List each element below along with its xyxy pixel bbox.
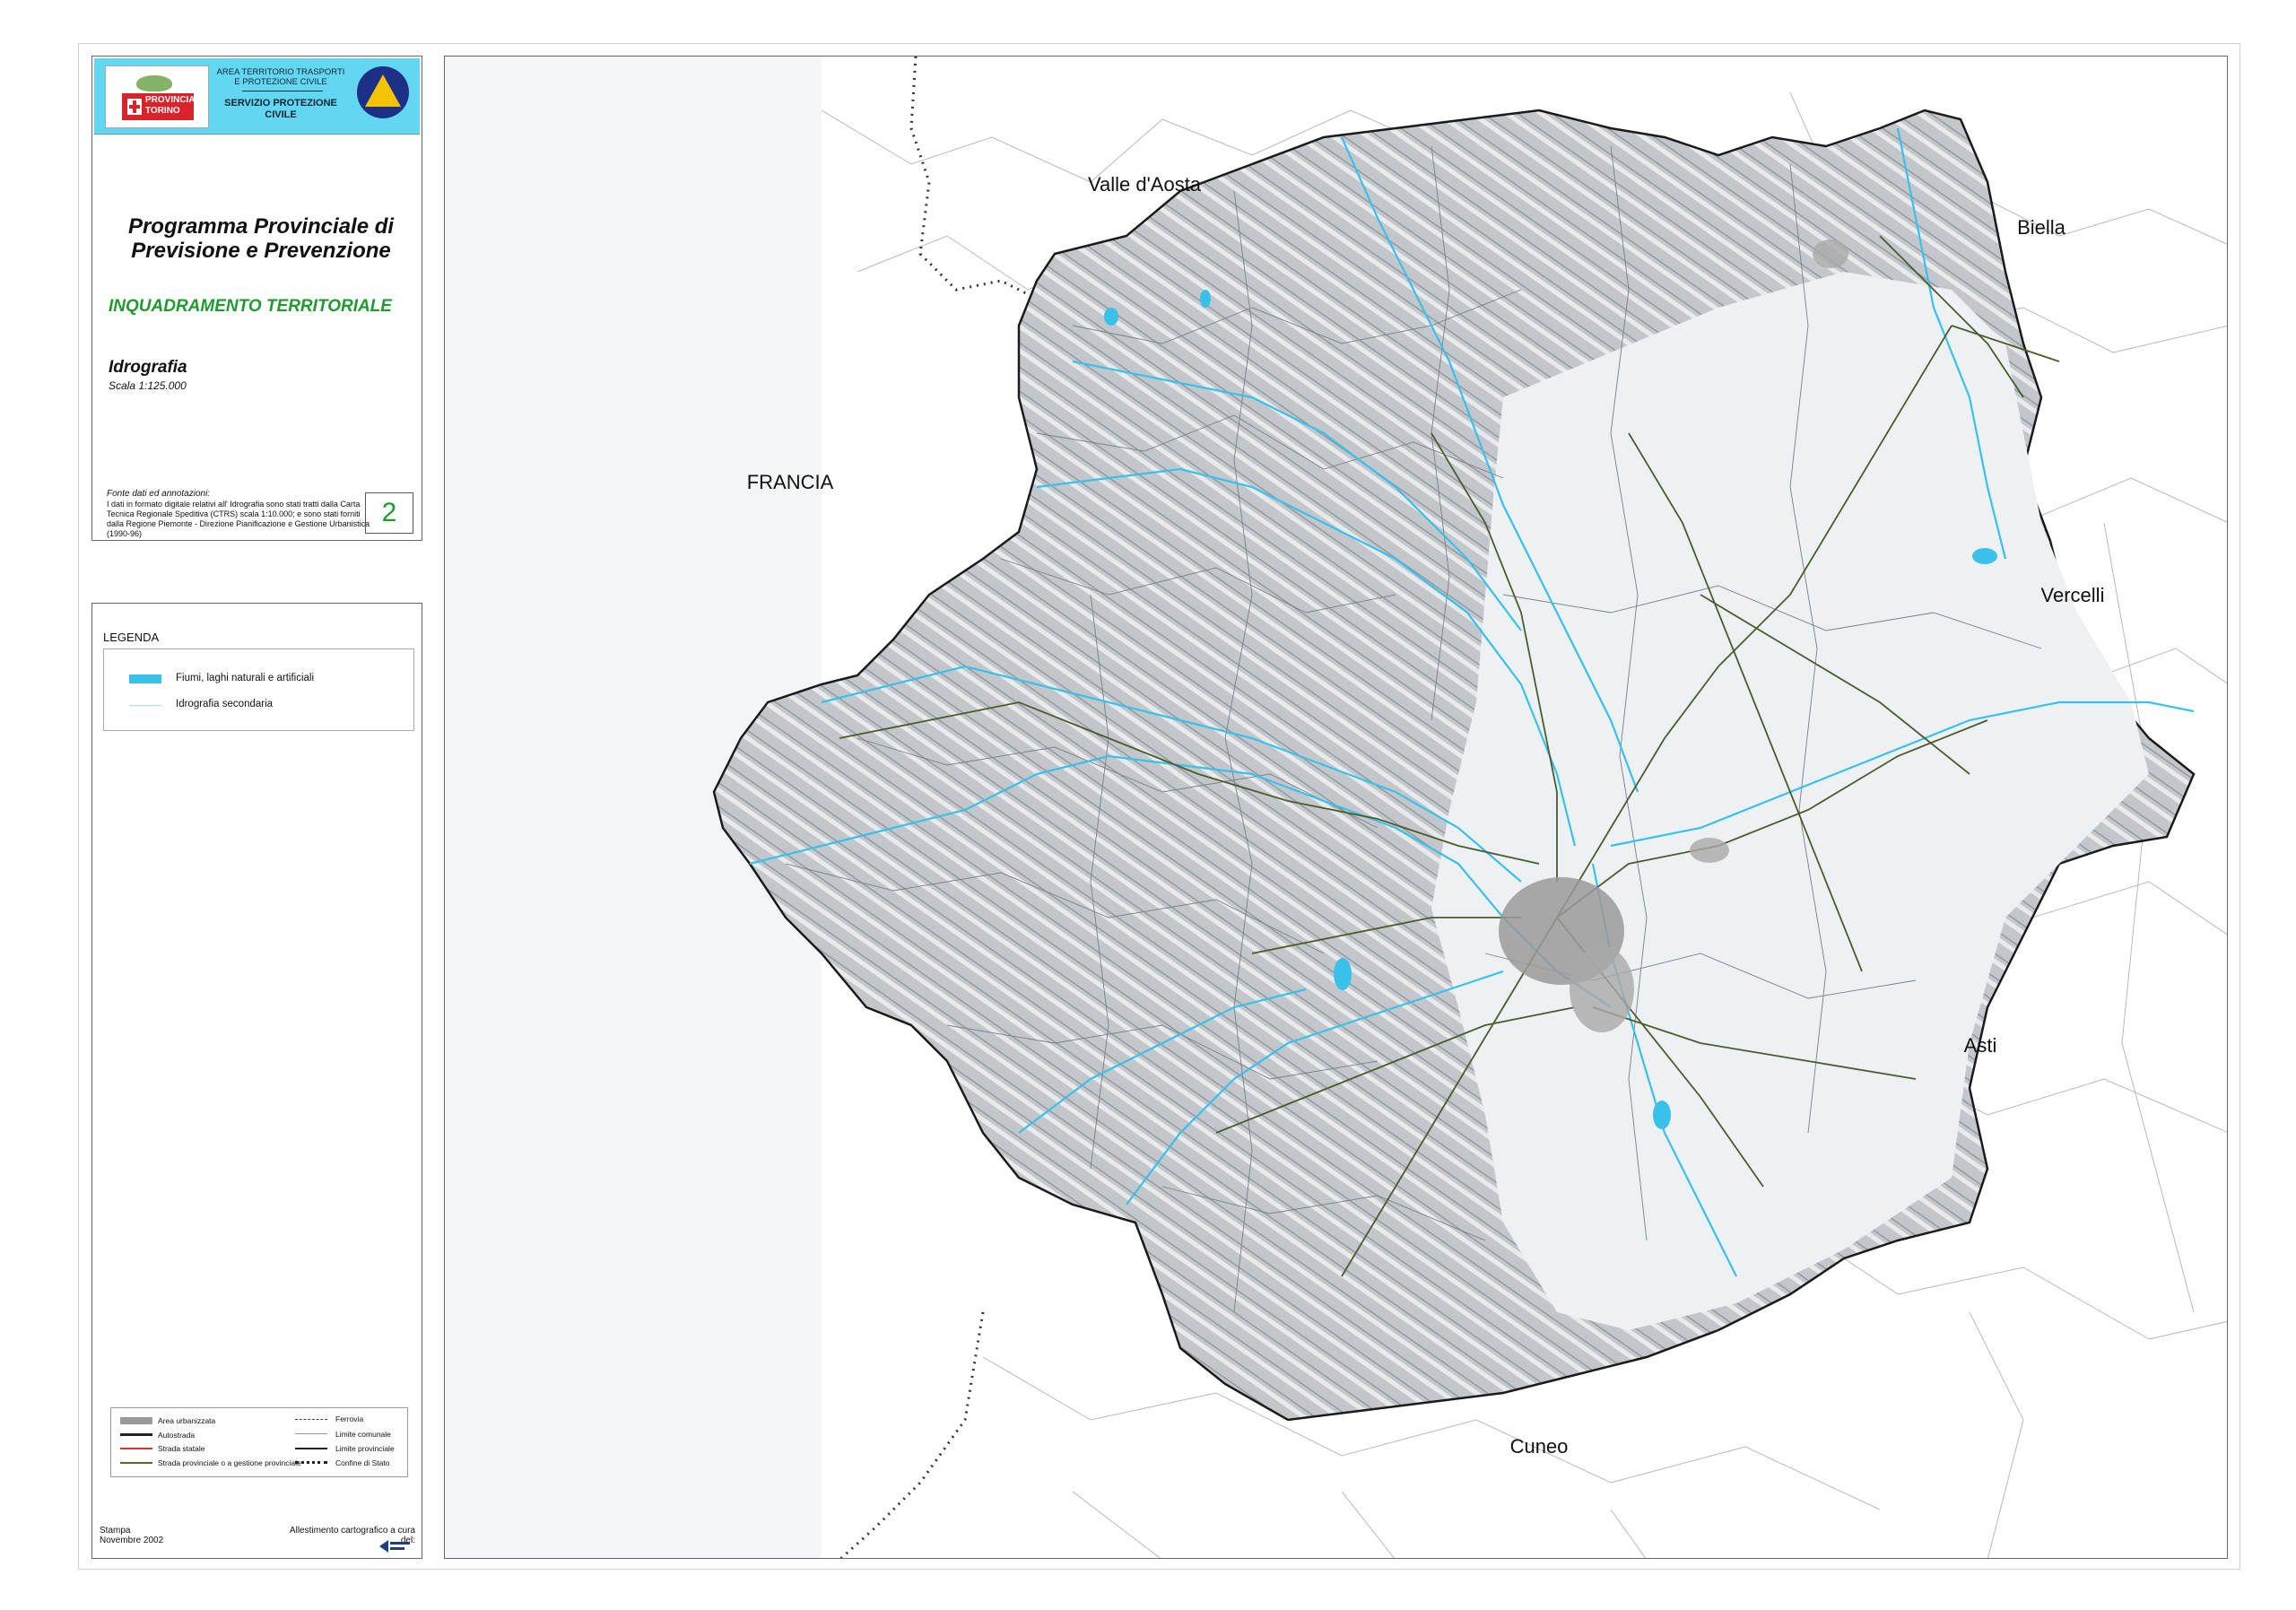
protezione-civile-icon bbox=[357, 66, 409, 118]
legend-reference-box: Area urbanizzata Autostrada Strada stata… bbox=[110, 1407, 408, 1477]
minor-hydro-swatch bbox=[129, 705, 161, 706]
legend-ref-provincial: Limite provinciale bbox=[335, 1444, 395, 1453]
credit-logo-icon bbox=[379, 1540, 410, 1553]
provincia-logo: PROVINCIA DI TORINO bbox=[105, 65, 209, 128]
title-panel: PROVINCIA DI TORINO AREA TERRITORIO TRAS… bbox=[91, 56, 422, 541]
label-francia: FRANCIA bbox=[747, 471, 834, 493]
legend-ref-railway: Ferrovia bbox=[335, 1414, 364, 1423]
legend-ref-prov-road: Strada provinciale o a gestione provinci… bbox=[158, 1458, 301, 1467]
notes-heading: Fonte dati ed annotazioni: bbox=[107, 489, 211, 499]
program-title: Programma Provinciale di Previsione e Pr… bbox=[127, 214, 395, 263]
logo-text: PROVINCIA DI TORINO bbox=[145, 95, 206, 116]
map-frame[interactable]: Valle d'Aosta Biella FRANCIA Vercelli As… bbox=[444, 56, 2228, 1559]
label-cuneo: Cuneo bbox=[1510, 1435, 1569, 1458]
header-band: PROVINCIA DI TORINO AREA TERRITORIO TRAS… bbox=[94, 58, 420, 135]
legend-ref-state-border: Confine di Stato bbox=[335, 1458, 390, 1467]
service-name: SERVIZIO PROTEZIONE CIVILE bbox=[224, 98, 337, 120]
agency-name: AREA TERRITORIO TRASPORTI E PROTEZIONE C… bbox=[216, 67, 345, 87]
provincial-limit-swatch bbox=[295, 1448, 327, 1449]
notes-text: I dati in formato digitale relativi all'… bbox=[107, 500, 370, 538]
state-road-swatch bbox=[120, 1448, 152, 1449]
province-map[interactable]: Valle d'Aosta Biella FRANCIA Vercelli As… bbox=[445, 57, 2228, 1559]
subject-title: INQUADRAMENTO TERRITORIALE bbox=[109, 297, 392, 316]
sheet-number: 2 bbox=[365, 492, 413, 534]
prov-road-swatch bbox=[120, 1462, 152, 1464]
municipal-limit-swatch bbox=[295, 1433, 327, 1434]
label-vercelli: Vercelli bbox=[2041, 584, 2105, 606]
legend-panel: LEGENDA Fiumi, laghi naturali e artifici… bbox=[91, 603, 422, 1559]
legend-hydro-box: Fiumi, laghi naturali e artificiali Idro… bbox=[103, 648, 414, 731]
theme-title: Idrografia bbox=[109, 358, 187, 377]
legend-item-minor: Idrografia secondaria bbox=[176, 699, 274, 709]
legend-item-water: Fiumi, laghi naturali e artificiali bbox=[176, 673, 315, 683]
legend-title: LEGENDA bbox=[103, 631, 160, 644]
print-date: Novembre 2002 bbox=[100, 1536, 164, 1545]
label-biella: Biella bbox=[2017, 216, 2066, 239]
water-swatch bbox=[129, 674, 161, 683]
urban-swatch bbox=[120, 1417, 152, 1424]
cross-icon bbox=[127, 99, 142, 115]
railway-swatch bbox=[295, 1419, 327, 1420]
bull-icon bbox=[136, 75, 172, 91]
highway-swatch bbox=[120, 1433, 152, 1436]
print-label: Stampa bbox=[100, 1526, 131, 1536]
state-border-south bbox=[839, 1311, 985, 1558]
legend-ref-highway: Autostrada bbox=[158, 1431, 196, 1440]
state-border-swatch bbox=[295, 1461, 327, 1464]
scale-label: Scala 1:125.000 bbox=[109, 379, 187, 392]
print-info: Stampa Novembre 2002 bbox=[100, 1526, 163, 1545]
legend-ref-urban: Area urbanizzata bbox=[158, 1416, 216, 1425]
label-valle-aosta: Valle d'Aosta bbox=[1088, 173, 1202, 196]
po-plain bbox=[1431, 272, 2149, 1330]
legend-ref-state-road: Strada statale bbox=[158, 1444, 205, 1453]
legend-ref-municipal: Limite comunale bbox=[335, 1430, 391, 1439]
label-asti: Asti bbox=[1964, 1034, 1997, 1057]
